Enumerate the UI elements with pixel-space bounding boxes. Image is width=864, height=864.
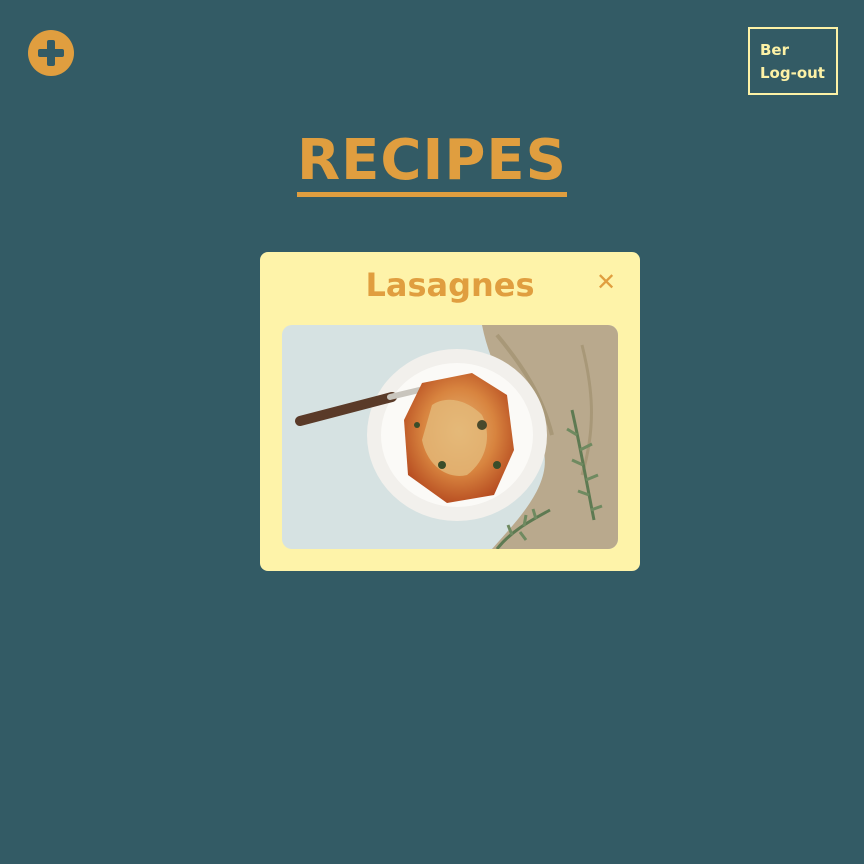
add-recipe-button[interactable] xyxy=(28,30,74,76)
recipe-title: Lasagnes xyxy=(365,266,535,304)
close-icon[interactable]: ✕ xyxy=(594,270,618,294)
recipe-image[interactable] xyxy=(282,325,618,549)
plus-icon-vertical xyxy=(47,40,55,66)
logout-link[interactable]: Log-out xyxy=(760,62,836,85)
page: Ber Log-out RECIPES Lasagnes ✕ xyxy=(0,0,864,864)
page-title: RECIPES xyxy=(0,128,864,197)
user-name: Ber xyxy=(760,41,790,59)
user-logout-box[interactable]: Ber Log-out xyxy=(748,27,838,95)
recipe-card[interactable]: Lasagnes ✕ xyxy=(260,252,640,571)
page-title-text: RECIPES xyxy=(297,130,567,197)
